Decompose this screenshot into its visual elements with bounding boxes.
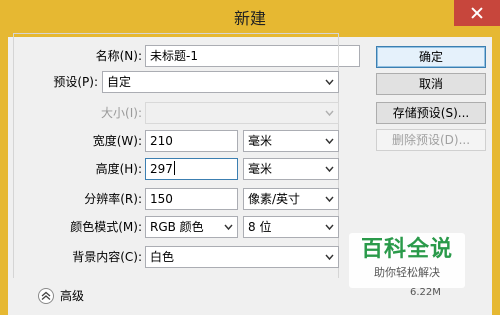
resolution-field[interactable]: 150 bbox=[145, 188, 238, 210]
chevron-down-icon bbox=[325, 109, 334, 118]
watermark-subtitle: 助你轻松解决 bbox=[374, 266, 440, 279]
window-title: 新建 bbox=[233, 9, 266, 28]
background-label: 背景内容(C): bbox=[72, 250, 142, 264]
width-unit-value: 毫米 bbox=[248, 134, 273, 148]
height-value: 297 bbox=[150, 162, 173, 176]
resolution-label: 分辨率(R): bbox=[84, 192, 142, 206]
height-field[interactable]: 297 bbox=[145, 158, 238, 180]
preset-select[interactable]: 自定 bbox=[102, 71, 339, 93]
height-label: 高度(H): bbox=[95, 162, 142, 176]
cancel-button[interactable]: 取消 bbox=[376, 73, 486, 95]
color-mode-select[interactable]: RGB 颜色 bbox=[145, 216, 238, 238]
preset-group bbox=[13, 33, 339, 278]
chevron-down-icon bbox=[325, 165, 334, 174]
bit-depth-value: 8 位 bbox=[248, 220, 272, 234]
width-label: 宽度(W): bbox=[92, 134, 142, 148]
chevron-down-icon bbox=[325, 78, 334, 87]
width-unit-select[interactable]: 毫米 bbox=[243, 130, 339, 152]
height-unit-value: 毫米 bbox=[248, 162, 273, 176]
chevron-down-icon bbox=[325, 195, 334, 204]
chevron-up-double-icon[interactable] bbox=[38, 288, 54, 304]
window-frame-left bbox=[0, 37, 8, 315]
close-icon[interactable] bbox=[454, 0, 500, 26]
save-preset-button[interactable]: 存储预设(S)... bbox=[376, 102, 486, 124]
chevron-down-icon bbox=[224, 223, 233, 232]
window-frame-right bbox=[492, 37, 500, 315]
color-mode-value: RGB 颜色 bbox=[150, 220, 204, 234]
background-value: 白色 bbox=[150, 250, 175, 264]
size-select bbox=[145, 102, 339, 124]
bit-depth-select[interactable]: 8 位 bbox=[243, 216, 339, 238]
chevron-down-icon bbox=[325, 223, 334, 232]
height-unit-select[interactable]: 毫米 bbox=[243, 158, 339, 180]
chevron-down-icon bbox=[325, 137, 334, 146]
watermark-logo: 百科全说 助你轻松解决 bbox=[349, 233, 465, 288]
size-label: 大小(I): bbox=[101, 106, 142, 120]
preset-select-value: 自定 bbox=[107, 75, 132, 89]
width-field[interactable]: 210 bbox=[145, 130, 238, 152]
chevron-down-icon bbox=[325, 253, 334, 262]
resolution-unit-select[interactable]: 像素/英寸 bbox=[243, 188, 339, 210]
preset-label: 预设(P): bbox=[53, 75, 98, 89]
ok-button[interactable]: 确定 bbox=[376, 46, 486, 68]
resolution-unit-value: 像素/英寸 bbox=[248, 192, 301, 206]
background-select[interactable]: 白色 bbox=[145, 246, 339, 268]
delete-preset-button: 删除预设(D)... bbox=[376, 129, 486, 151]
color-mode-label: 颜色模式(M): bbox=[70, 220, 142, 234]
advanced-label[interactable]: 高级 bbox=[60, 286, 84, 306]
image-size-info: 6.22M bbox=[410, 287, 441, 298]
text-caret bbox=[173, 161, 175, 175]
watermark-title: 百科全说 bbox=[360, 237, 453, 262]
